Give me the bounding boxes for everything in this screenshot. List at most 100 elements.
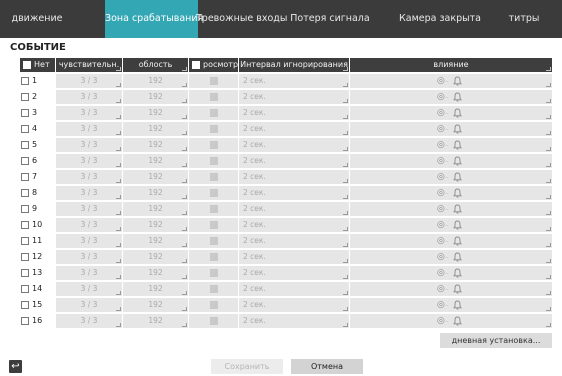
view-checkbox[interactable] xyxy=(210,173,218,181)
cancel-button[interactable]: Отмена xyxy=(291,359,363,374)
row-checkbox[interactable] xyxy=(21,237,29,245)
row-checkbox[interactable] xyxy=(21,317,29,325)
sensitivity-field[interactable]: 3 / 3 xyxy=(56,218,122,232)
sensitivity-field[interactable]: 3 / 3 xyxy=(56,250,122,264)
impact-field[interactable]: ◎. xyxy=(350,122,552,136)
view-cell[interactable] xyxy=(189,202,238,216)
view-checkbox[interactable] xyxy=(210,125,218,133)
row-checkbox[interactable] xyxy=(21,221,29,229)
row-checkbox[interactable] xyxy=(21,253,29,261)
sensitivity-field[interactable]: 3 / 3 xyxy=(56,74,122,88)
impact-field[interactable]: ◎. xyxy=(350,138,552,152)
view-checkbox[interactable] xyxy=(210,221,218,229)
impact-field[interactable]: ◎. xyxy=(350,298,552,312)
row-checkbox[interactable] xyxy=(21,285,29,293)
header-sensitivity[interactable]: чувствительн. xyxy=(56,58,122,72)
view-cell[interactable] xyxy=(189,122,238,136)
view-cell[interactable] xyxy=(189,282,238,296)
sensitivity-field[interactable]: 3 / 3 xyxy=(56,90,122,104)
area-field[interactable]: 192 xyxy=(123,314,188,328)
sensitivity-field[interactable]: 3 / 3 xyxy=(56,106,122,120)
header-interval[interactable]: Интервал игнорирования xyxy=(239,58,349,72)
view-checkbox[interactable] xyxy=(210,141,218,149)
save-button[interactable]: Сохранить xyxy=(211,359,283,374)
interval-field[interactable]: 2 сек. xyxy=(239,186,349,200)
interval-field[interactable]: 2 сек. xyxy=(239,266,349,280)
impact-field[interactable]: ◎. xyxy=(350,74,552,88)
area-field[interactable]: 192 xyxy=(123,154,188,168)
view-cell[interactable] xyxy=(189,234,238,248)
impact-field[interactable]: ◎. xyxy=(350,250,552,264)
view-cell[interactable] xyxy=(189,138,238,152)
header-view[interactable]: росмотр xyxy=(189,58,238,72)
view-all-checkbox[interactable] xyxy=(192,61,200,69)
day-setup-button[interactable]: дневная установка... xyxy=(440,333,552,348)
view-checkbox[interactable] xyxy=(210,189,218,197)
area-field[interactable]: 192 xyxy=(123,218,188,232)
impact-field[interactable]: ◎. xyxy=(350,186,552,200)
sensitivity-field[interactable]: 3 / 3 xyxy=(56,122,122,136)
area-field[interactable]: 192 xyxy=(123,106,188,120)
sensitivity-field[interactable]: 3 / 3 xyxy=(56,314,122,328)
impact-field[interactable]: ◎. xyxy=(350,90,552,104)
sensitivity-field[interactable]: 3 / 3 xyxy=(56,298,122,312)
row-checkbox[interactable] xyxy=(21,301,29,309)
view-cell[interactable] xyxy=(189,154,238,168)
area-field[interactable]: 192 xyxy=(123,170,188,184)
header-impact[interactable]: влияние xyxy=(350,58,552,72)
area-field[interactable]: 192 xyxy=(123,282,188,296)
view-cell[interactable] xyxy=(189,250,238,264)
select-all-checkbox[interactable] xyxy=(23,61,31,69)
interval-field[interactable]: 2 сек. xyxy=(239,138,349,152)
row-checkbox[interactable] xyxy=(21,269,29,277)
area-field[interactable]: 192 xyxy=(123,138,188,152)
view-checkbox[interactable] xyxy=(210,109,218,117)
area-field[interactable]: 192 xyxy=(123,186,188,200)
interval-field[interactable]: 2 сек. xyxy=(239,218,349,232)
row-checkbox[interactable] xyxy=(21,205,29,213)
impact-field[interactable]: ◎. xyxy=(350,234,552,248)
interval-field[interactable]: 2 сек. xyxy=(239,282,349,296)
tab-captions[interactable]: титры xyxy=(494,0,554,38)
sensitivity-field[interactable]: 3 / 3 xyxy=(56,154,122,168)
interval-field[interactable]: 2 сек. xyxy=(239,90,349,104)
view-cell[interactable] xyxy=(189,298,238,312)
interval-field[interactable]: 2 сек. xyxy=(239,298,349,312)
view-checkbox[interactable] xyxy=(210,269,218,277)
view-cell[interactable] xyxy=(189,170,238,184)
impact-field[interactable]: ◎. xyxy=(350,154,552,168)
impact-field[interactable]: ◎. xyxy=(350,266,552,280)
area-field[interactable]: 192 xyxy=(123,234,188,248)
tab-camera-covered[interactable]: Камера закрыта xyxy=(392,0,488,38)
view-checkbox[interactable] xyxy=(210,93,218,101)
tab-alarm-inputs[interactable]: Тревожные входы xyxy=(196,0,287,38)
view-checkbox[interactable] xyxy=(210,285,218,293)
view-cell[interactable] xyxy=(189,186,238,200)
interval-field[interactable]: 2 сек. xyxy=(239,170,349,184)
back-button[interactable]: ↩ xyxy=(9,360,22,373)
view-cell[interactable] xyxy=(189,106,238,120)
impact-field[interactable]: ◎. xyxy=(350,282,552,296)
sensitivity-field[interactable]: 3 / 3 xyxy=(56,266,122,280)
row-checkbox[interactable] xyxy=(21,173,29,181)
row-checkbox[interactable] xyxy=(21,141,29,149)
view-checkbox[interactable] xyxy=(210,77,218,85)
view-cell[interactable] xyxy=(189,218,238,232)
view-checkbox[interactable] xyxy=(210,205,218,213)
area-field[interactable]: 192 xyxy=(123,90,188,104)
interval-field[interactable]: 2 сек. xyxy=(239,154,349,168)
view-checkbox[interactable] xyxy=(210,157,218,165)
view-checkbox[interactable] xyxy=(210,317,218,325)
impact-field[interactable]: ◎. xyxy=(350,202,552,216)
area-field[interactable]: 192 xyxy=(123,74,188,88)
header-none[interactable]: Нет xyxy=(20,58,55,72)
interval-field[interactable]: 2 сек. xyxy=(239,122,349,136)
sensitivity-field[interactable]: 3 / 3 xyxy=(56,170,122,184)
row-checkbox[interactable] xyxy=(21,93,29,101)
view-checkbox[interactable] xyxy=(210,253,218,261)
interval-field[interactable]: 2 сек. xyxy=(239,314,349,328)
sensitivity-field[interactable]: 3 / 3 xyxy=(56,138,122,152)
area-field[interactable]: 192 xyxy=(123,122,188,136)
header-area[interactable]: облость xyxy=(123,58,188,72)
view-checkbox[interactable] xyxy=(210,301,218,309)
